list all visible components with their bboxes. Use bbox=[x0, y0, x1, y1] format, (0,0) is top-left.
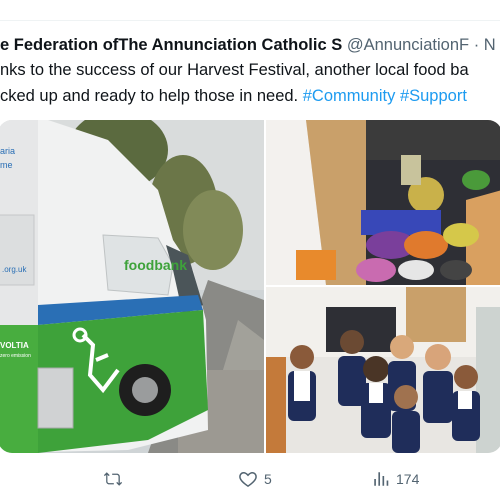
van-url-text: .org.uk bbox=[2, 265, 27, 274]
separator: · bbox=[473, 36, 480, 54]
photo-children-with-donations[interactable] bbox=[266, 287, 500, 453]
photo-van-interior[interactable] bbox=[266, 120, 500, 285]
retweet-button[interactable] bbox=[103, 467, 129, 491]
tweet-actions: 5 174 bbox=[0, 455, 500, 502]
tweet-text-line: cked up and ready to help those in need. bbox=[0, 87, 303, 105]
van-door-text-2: me bbox=[0, 160, 13, 170]
like-count: 5 bbox=[264, 471, 272, 487]
photo-foodbank-van[interactable]: foodbank aria me .org.uk VOLTIA zero emi… bbox=[0, 120, 264, 453]
van-door-text: aria bbox=[0, 146, 15, 156]
views-count: 174 bbox=[396, 471, 420, 487]
timestamp[interactable]: N bbox=[484, 36, 496, 54]
hashtag-link[interactable]: #Support bbox=[400, 87, 467, 105]
views-button[interactable]: 174 bbox=[372, 467, 419, 491]
van-sponsor-subtext: zero emission bbox=[0, 353, 31, 359]
author-handle[interactable]: @AnnunciationF bbox=[347, 36, 469, 54]
tweet-text: nks to the success of our Harvest Festiv… bbox=[0, 57, 500, 109]
retweet-icon bbox=[103, 472, 123, 486]
divider bbox=[0, 20, 500, 21]
van-sponsor-text: VOLTIA bbox=[0, 341, 29, 350]
hashtag-link[interactable]: #Community bbox=[303, 87, 396, 105]
tweet-text-line: nks to the success of our Harvest Festiv… bbox=[0, 61, 469, 79]
author-name[interactable]: e Federation ofThe Annunciation Catholic… bbox=[0, 36, 342, 54]
heart-icon bbox=[239, 471, 257, 487]
media-grid: foodbank aria me .org.uk VOLTIA zero emi… bbox=[0, 120, 500, 453]
analytics-icon bbox=[374, 472, 389, 486]
like-button[interactable]: 5 bbox=[238, 467, 272, 491]
tweet-header: e Federation ofThe Annunciation Catholic… bbox=[0, 32, 500, 58]
van-brand-text: foodbank bbox=[124, 257, 187, 273]
